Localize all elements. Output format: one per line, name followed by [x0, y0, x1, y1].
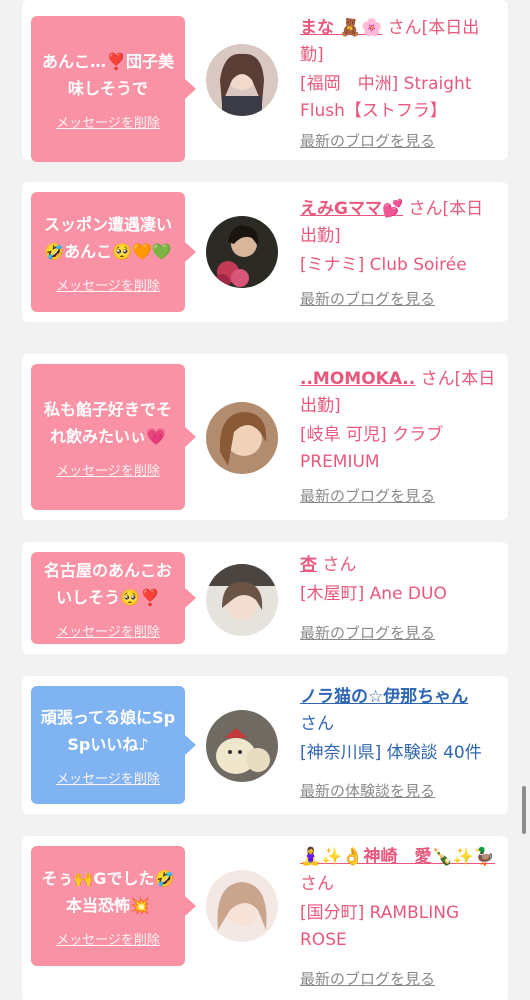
cast-name-link[interactable]: 🧘‍♀️✨👌神崎 愛🍾✨🦆 [300, 847, 495, 867]
message-text: そぅ🙌Gでした🤣本当恐怖💥 [41, 868, 175, 915]
message-text: 頑張ってる娘にSpSpいいね♪ [40, 707, 176, 754]
cast-name-link[interactable]: ノラ猫の☆伊那ちゃん [300, 687, 468, 707]
delete-message-link[interactable]: メッセージを削除 [56, 621, 160, 640]
avatar[interactable] [206, 564, 278, 636]
shop-info: [神奈川県] 体験談 40件 [300, 743, 482, 763]
message-bubble: スッポン遭遇凄い🤣あんこ🥺🧡💚 メッセージを削除 [31, 192, 196, 312]
latest-blog-link[interactable]: 最新のブログを見る [300, 485, 435, 506]
cast-name-link[interactable]: えみGママ💕 [300, 199, 403, 219]
mypage-message-list: あんこ…❣️団子美味しそうで メッセージを削除 まな 🧸🌸 さん[本日出勤] [… [0, 0, 530, 1000]
message-text: 名古屋のあんこおいしそう🥺❣️ [43, 560, 172, 607]
message-text: あんこ…❣️団子美味しそうで [42, 51, 174, 98]
message-card: 私も餡子好きでそれ飲みたいぃ💗 メッセージを削除 ..MOMOKA.. さん[本… [22, 354, 508, 520]
message-card: そぅ🙌Gでした🤣本当恐怖💥 メッセージを削除 🧘‍♀️✨👌神崎 愛🍾✨🦆 さん … [22, 836, 508, 1000]
cast-name-link[interactable]: まな 🧸🌸 [300, 18, 382, 38]
cast-info: 杏 さん [木屋町] Ane DUO [300, 552, 500, 608]
cast-info: 🧘‍♀️✨👌神崎 愛🍾✨🦆 さん [国分町] RAMBLING ROSE [300, 844, 500, 954]
avatar[interactable] [206, 44, 278, 116]
message-bubble: 私も餡子好きでそれ飲みたいぃ💗 メッセージを削除 [31, 364, 196, 510]
message-card: あんこ…❣️団子美味しそうで メッセージを削除 まな 🧸🌸 さん[本日出勤] [… [22, 0, 508, 162]
message-bubble: そぅ🙌Gでした🤣本当恐怖💥 メッセージを削除 [31, 846, 196, 966]
delete-message-link[interactable]: メッセージを削除 [56, 768, 160, 787]
delete-message-link[interactable]: メッセージを削除 [56, 929, 160, 948]
cast-info: えみGママ💕 さん[本日出勤] [ミナミ] Club Soirée [300, 196, 500, 279]
cast-name-link[interactable]: ..MOMOKA.. [300, 369, 415, 389]
message-card: 名古屋のあんこおいしそう🥺❣️ メッセージを削除 杏 さん [木屋町] Ane … [22, 542, 508, 654]
cast-status: さん [300, 714, 334, 734]
avatar[interactable] [206, 710, 278, 782]
latest-blog-link[interactable]: 最新のブログを見る [300, 288, 435, 309]
shop-info: [ミナミ] Club Soirée [300, 255, 467, 275]
cast-info: ノラ猫の☆伊那ちゃん さん [神奈川県] 体験談 40件 [300, 684, 500, 767]
shop-info: [福岡 中洲] Straight Flush【ストフラ】 [300, 74, 472, 121]
cast-info: まな 🧸🌸 さん[本日出勤] [福岡 中洲] Straight Flush【スト… [300, 15, 500, 125]
latest-blog-link[interactable]: 最新のブログを見る [300, 622, 435, 643]
cast-status: さん [317, 555, 357, 575]
shop-info: [岐阜 可児] クラブ PREMIUM [300, 425, 444, 472]
avatar[interactable] [206, 216, 278, 288]
message-bubble: あんこ…❣️団子美味しそうで メッセージを削除 [31, 16, 196, 162]
message-bubble: 名古屋のあんこおいしそう🥺❣️ メッセージを削除 [31, 552, 196, 644]
message-text: スッポン遭遇凄い🤣あんこ🥺🧡💚 [43, 214, 172, 261]
scrollbar-thumb[interactable] [522, 786, 526, 834]
shop-info: [国分町] RAMBLING ROSE [300, 903, 460, 950]
message-card: スッポン遭遇凄い🤣あんこ🥺🧡💚 メッセージを削除 えみGママ💕 さん[本日出勤]… [22, 182, 508, 322]
message-card: 頑張ってる娘にSpSpいいね♪ メッセージを削除 ノラ猫の☆伊那ちゃん さん [… [22, 676, 508, 814]
avatar[interactable] [206, 870, 278, 942]
cast-info: ..MOMOKA.. さん[本日出勤] [岐阜 可児] クラブ PREMIUM [300, 366, 500, 476]
latest-blog-link[interactable]: 最新のブログを見る [300, 130, 435, 151]
latest-report-link[interactable]: 最新の体験談を見る [300, 780, 435, 801]
delete-message-link[interactable]: メッセージを削除 [56, 275, 160, 294]
message-text: 私も餡子好きでそれ飲みたいぃ💗 [43, 399, 172, 446]
avatar[interactable] [206, 402, 278, 474]
delete-message-link[interactable]: メッセージを削除 [56, 460, 160, 479]
message-bubble: 頑張ってる娘にSpSpいいね♪ メッセージを削除 [31, 686, 196, 804]
delete-message-link[interactable]: メッセージを削除 [56, 112, 160, 131]
cast-status: さん [300, 874, 334, 894]
shop-info: [木屋町] Ane DUO [300, 584, 447, 604]
cast-name-link[interactable]: 杏 [300, 555, 317, 575]
latest-blog-link[interactable]: 最新のブログを見る [300, 968, 435, 989]
